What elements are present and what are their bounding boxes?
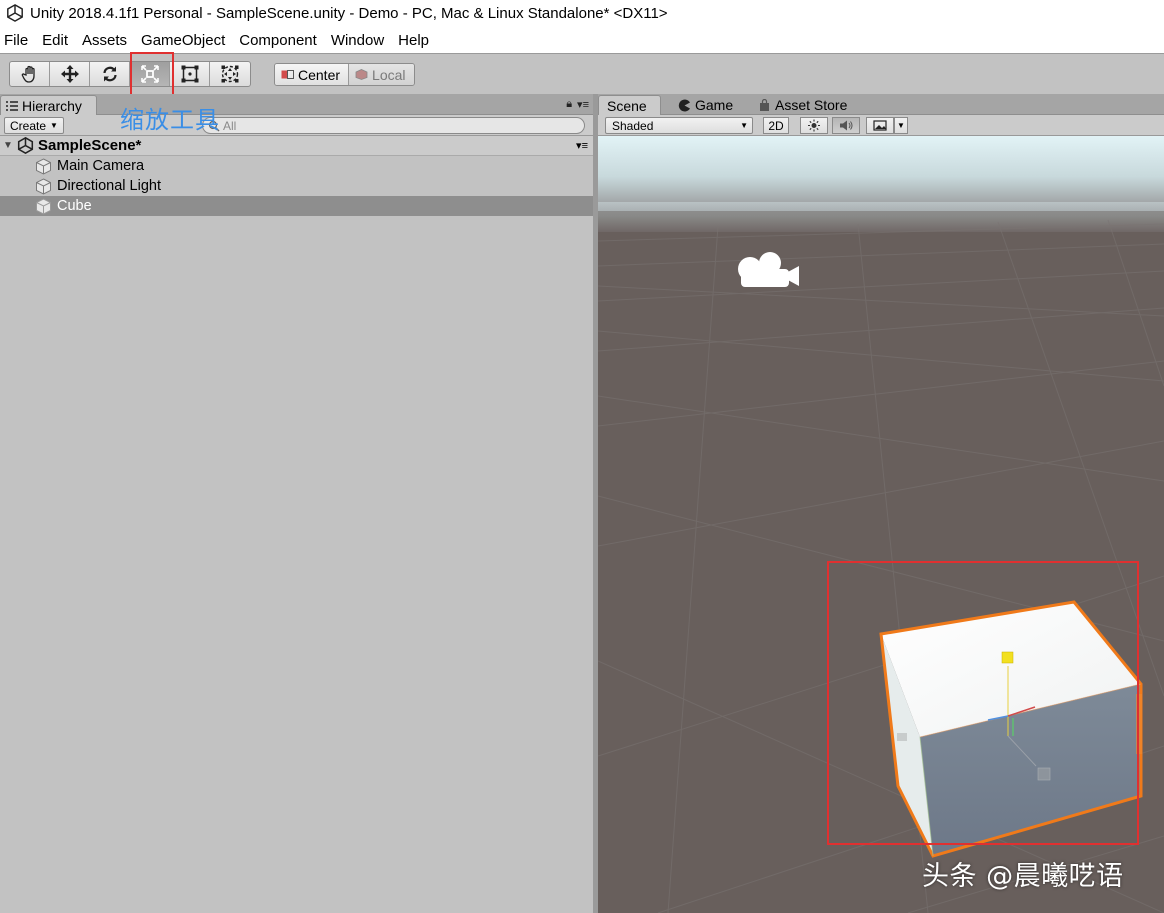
scene-menu-icon[interactable]: ▾≡ xyxy=(576,139,588,152)
scene-tab-row: Scene Game Asset Store xyxy=(598,94,1164,115)
menu-gameobject[interactable]: GameObject xyxy=(134,32,232,49)
scale-tool-highlight xyxy=(130,52,174,98)
sun-icon xyxy=(808,119,820,132)
menu-edit[interactable]: Edit xyxy=(35,32,75,49)
hierarchy-item-cube[interactable]: Cube xyxy=(0,196,593,216)
gameobject-cube-icon xyxy=(36,197,51,215)
create-label: Create xyxy=(10,118,47,133)
menu-component[interactable]: Component xyxy=(232,32,324,49)
window-title: Unity 2018.4.1f1 Personal - SampleScene.… xyxy=(30,4,668,22)
hierarchy-item-main-camera[interactable]: Main Camera xyxy=(0,156,593,176)
menu-help[interactable]: Help xyxy=(391,32,436,49)
hierarchy-search-input[interactable]: All xyxy=(202,117,585,134)
hierarchy-tab-label: Hierarchy xyxy=(22,97,82,114)
image-icon xyxy=(873,120,887,131)
effects-toggle-button[interactable] xyxy=(866,117,894,134)
tab-game-label: Game xyxy=(695,97,734,113)
menu-bar: File Edit Assets GameObject Component Wi… xyxy=(0,27,1164,53)
tab-scene[interactable]: Scene xyxy=(598,95,661,115)
hierarchy-panel: Hierarchy 🔒︎ ▾≡ Create ▼ All ▼ SampleSce… xyxy=(0,94,593,913)
pacman-icon xyxy=(678,99,690,111)
hierarchy-tab[interactable]: Hierarchy xyxy=(0,95,97,115)
hierarchy-toolbar: Create ▼ All xyxy=(0,115,593,136)
toggle-2d-button[interactable]: 2D xyxy=(763,117,789,134)
scene-root-row[interactable]: ▼ SampleScene* ▾≡ xyxy=(0,136,593,156)
scene-name: SampleScene* xyxy=(38,137,142,154)
watermark: 头条 @晨曦呓语 xyxy=(922,861,1124,892)
tab-game[interactable]: Game xyxy=(670,95,750,115)
rect-icon xyxy=(181,65,198,83)
pivot-local-button[interactable]: Local xyxy=(348,64,414,85)
store-bag-icon xyxy=(760,98,769,111)
scene-toolbar: Shaded ▼ 2D ▼ xyxy=(598,115,1164,136)
list-icon xyxy=(6,100,18,111)
tab-asset-store[interactable]: Asset Store xyxy=(750,95,870,115)
speaker-icon xyxy=(840,120,853,131)
main-toolbar: Center Local xyxy=(0,53,1164,94)
local-cube-icon xyxy=(355,69,368,80)
menu-file[interactable]: File xyxy=(0,32,35,49)
unity-logo-icon xyxy=(7,4,23,22)
pivot-toggles: Center Local xyxy=(274,63,415,86)
pivot-local-label: Local xyxy=(372,66,406,83)
move-arrows-icon xyxy=(60,65,79,83)
panel-menu-icon[interactable]: ▾≡ xyxy=(577,98,589,111)
menu-window[interactable]: Window xyxy=(324,32,391,49)
cube-highlight xyxy=(827,561,1139,845)
scale-tool-caption: 缩放工具 xyxy=(120,106,220,134)
lighting-toggle-button[interactable] xyxy=(800,117,828,134)
hand-tool-button[interactable] xyxy=(10,62,50,86)
create-dropdown[interactable]: Create ▼ xyxy=(4,117,64,134)
pivot-center-label: Center xyxy=(298,66,341,83)
transform-icon xyxy=(221,65,239,83)
lock-icon[interactable]: 🔒︎ xyxy=(566,98,572,111)
expand-triangle-icon[interactable]: ▼ xyxy=(3,140,13,151)
caret-down-icon: ▼ xyxy=(50,121,58,130)
toggle-2d-label: 2D xyxy=(768,118,784,133)
pivot-center-button[interactable]: Center xyxy=(275,64,349,85)
audio-toggle-button[interactable] xyxy=(832,117,860,134)
rotate-tool-button[interactable] xyxy=(90,62,130,86)
move-tool-button[interactable] xyxy=(50,62,90,86)
caret-down-icon: ▼ xyxy=(897,121,905,130)
search-placeholder: All xyxy=(223,118,237,133)
unity-scene-icon xyxy=(17,137,34,154)
rotate-icon xyxy=(102,66,117,82)
hierarchy-tab-row: Hierarchy 🔒︎ ▾≡ xyxy=(0,94,593,115)
caret-down-icon: ▼ xyxy=(740,121,748,130)
shading-mode-label: Shaded xyxy=(612,118,654,133)
effects-dropdown[interactable]: ▼ xyxy=(894,117,908,134)
gameobject-cube-icon xyxy=(36,177,51,195)
tab-asset-store-label: Asset Store xyxy=(775,97,848,113)
menu-assets[interactable]: Assets xyxy=(75,32,134,49)
pivot-center-icon xyxy=(281,70,294,79)
gameobject-cube-icon xyxy=(36,157,51,175)
hierarchy-item-label: Main Camera xyxy=(57,158,145,174)
hierarchy-item-label: Directional Light xyxy=(57,178,161,194)
rect-tool-button[interactable] xyxy=(170,62,210,86)
hierarchy-tab-icons: 🔒︎ ▾≡ xyxy=(566,98,589,111)
hierarchy-item-directional-light[interactable]: Directional Light xyxy=(0,176,593,196)
hand-icon xyxy=(21,65,35,83)
title-bar: Unity 2018.4.1f1 Personal - SampleScene.… xyxy=(0,0,1164,26)
hierarchy-item-label: Cube xyxy=(57,198,92,214)
shading-mode-dropdown[interactable]: Shaded ▼ xyxy=(605,117,753,134)
transform-tool-button[interactable] xyxy=(210,62,250,86)
tab-scene-label: Scene xyxy=(607,97,647,114)
